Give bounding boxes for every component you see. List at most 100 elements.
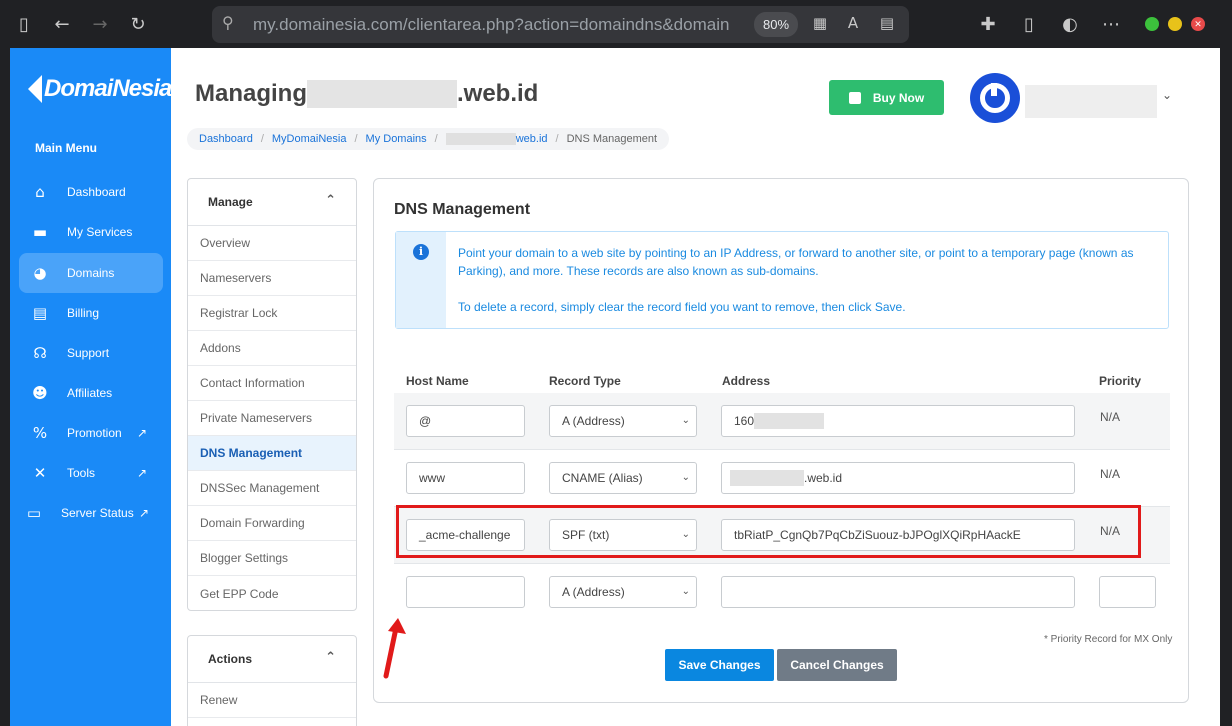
address-input[interactable] (721, 576, 1075, 608)
sidebar-item-tools[interactable]: ✕ Tools ↗ (19, 453, 163, 493)
manage-item-get-epp-code[interactable]: Get EPP Code (188, 576, 356, 610)
breadcrumb-separator: / (555, 133, 559, 145)
maximize-button[interactable] (1168, 17, 1182, 31)
breadcrumb-current: DNS Management (566, 133, 658, 145)
reader-icon[interactable]: ▤ (877, 14, 897, 34)
manage-item-addons[interactable]: Addons (188, 331, 356, 366)
zoom-level[interactable]: 80% (754, 12, 798, 37)
users-icon: ☻ (32, 384, 48, 402)
priority-value: N/A (1100, 467, 1121, 481)
manage-item-overview[interactable]: Overview (188, 226, 356, 261)
cancel-changes-button[interactable]: Cancel Changes (777, 649, 897, 681)
manage-item-private-nameservers[interactable]: Private Nameservers (188, 401, 356, 436)
manage-item-dns-management[interactable]: DNS Management (188, 436, 356, 471)
extensions-icon[interactable]: ✚ (976, 12, 1000, 36)
minimize-button[interactable] (1145, 17, 1159, 31)
brand-logo[interactable]: DomaiNesia (28, 75, 172, 103)
sidebar-item-domains[interactable]: ◕ Domains (19, 253, 163, 293)
info-text-line-2: Parking), and more. These records are al… (458, 264, 819, 278)
title-prefix: Managing (195, 80, 307, 107)
chevron-up-icon[interactable]: ⌃ (325, 193, 336, 208)
profile-icon[interactable]: ◐ (1058, 12, 1082, 36)
priority-value: N/A (1100, 410, 1121, 424)
save-changes-button[interactable]: Save Changes (665, 649, 774, 681)
back-icon[interactable]: ← (50, 12, 74, 36)
external-link-icon: ↗ (137, 466, 148, 480)
table-row: A (Address) ⌄ (394, 564, 1170, 621)
manage-panel: Manage ⌃ Overview Nameservers Registrar … (187, 178, 357, 611)
sidebar-item-label: Domains (67, 266, 115, 280)
shopping-bag-icon (848, 91, 861, 104)
host-name-input[interactable]: @ (406, 405, 525, 437)
address-value: .web.id (804, 471, 843, 485)
sidebar-toggle-icon[interactable]: ▯ (12, 12, 36, 36)
actions-item-renew[interactable]: Renew (188, 683, 356, 718)
breadcrumb-domain[interactable]: web.id (516, 133, 548, 145)
manage-item-nameservers[interactable]: Nameservers (188, 261, 356, 296)
breadcrumb: Dashboard / MyDomaiNesia / My Domains / … (187, 128, 670, 150)
sidebar-item-my-services[interactable]: ▬ My Services (19, 212, 163, 252)
manage-item-contact-information[interactable]: Contact Information (188, 366, 356, 401)
host-name-input[interactable]: www (406, 462, 525, 494)
record-type-select[interactable]: CNAME (Alias) ⌄ (549, 462, 697, 494)
menu-icon[interactable]: ⋯ (1099, 12, 1123, 36)
buy-now-button[interactable]: Buy Now (829, 80, 944, 115)
manage-panel-title: Manage (208, 195, 253, 209)
address-bar[interactable]: ⚲ my.domainesia.com/clientarea.php?actio… (212, 6, 909, 43)
redacted-domain (730, 470, 804, 486)
server-icon: ▬ (32, 223, 48, 241)
forward-icon[interactable]: → (88, 12, 112, 36)
address-value: 160 (734, 414, 755, 428)
brand-name: DomaiNesia (44, 75, 172, 102)
breadcrumb-separator: / (354, 133, 358, 145)
host-name-input[interactable] (406, 576, 525, 608)
globe-icon: ◕ (33, 264, 47, 282)
record-type-select[interactable]: A (Address) ⌄ (549, 405, 697, 437)
sidebar-item-label: Dashboard (67, 185, 126, 199)
sidebar-item-support[interactable]: ☊ Support (19, 333, 163, 373)
sidebar-item-promotion[interactable]: % Promotion ↗ (19, 413, 163, 453)
manage-panel-header[interactable]: Manage ⌃ (188, 179, 356, 226)
sidebar-item-billing[interactable]: ▤ Billing (19, 293, 163, 333)
breadcrumb-mydomainesia[interactable]: MyDomaiNesia (272, 133, 347, 145)
info-text-line-3: To delete a record, simply clear the rec… (458, 300, 906, 314)
priority-input[interactable] (1099, 576, 1156, 608)
manage-item-dnssec-management[interactable]: DNSSec Management (188, 471, 356, 506)
chevron-up-icon[interactable]: ⌃ (325, 650, 336, 665)
redacted-username[interactable] (1025, 85, 1157, 118)
breadcrumb-separator: / (260, 133, 264, 145)
address-input[interactable]: .web.id (721, 462, 1075, 494)
receipt-icon: ▤ (32, 304, 48, 322)
avatar[interactable] (970, 73, 1020, 123)
column-record-type: Record Type (549, 374, 621, 388)
manage-item-domain-forwarding[interactable]: Domain Forwarding (188, 506, 356, 541)
url-text[interactable]: my.domainesia.com/clientarea.php?action=… (253, 15, 743, 35)
breadcrumb-separator: / (434, 133, 438, 145)
page: DomaiNesia Main Menu ⌂ Dashboard ▬ My Se… (10, 48, 1220, 726)
page-icon[interactable]: ▯ (1017, 12, 1041, 36)
site-info-icon[interactable]: ⚲ (222, 13, 234, 32)
breadcrumb-my-domains[interactable]: My Domains (366, 133, 427, 145)
close-button[interactable]: ✕ (1191, 17, 1205, 31)
actions-panel-title: Actions (208, 652, 253, 666)
address-input[interactable]: 160 (721, 405, 1075, 437)
reload-icon[interactable]: ↻ (126, 12, 150, 36)
headset-icon: ☊ (33, 344, 47, 362)
record-type-value: A (Address) (562, 414, 625, 428)
table-row: @ A (Address) ⌄ 160 N/A (394, 393, 1170, 450)
breadcrumb-dashboard[interactable]: Dashboard (199, 133, 253, 145)
sidebar-item-affiliates[interactable]: ☻ Affiliates (19, 373, 163, 413)
info-icon: i (413, 244, 429, 260)
power-icon (980, 83, 1010, 113)
record-type-select[interactable]: A (Address) ⌄ (549, 576, 697, 608)
sidebar-item-dashboard[interactable]: ⌂ Dashboard (19, 172, 163, 212)
actions-panel-header[interactable]: Actions ⌃ (188, 636, 356, 683)
apps-icon[interactable]: ▦ (810, 14, 830, 34)
chevron-down-icon[interactable]: ⌄ (1162, 88, 1172, 102)
translate-icon[interactable]: A (843, 14, 863, 34)
tools-icon: ✕ (33, 464, 47, 482)
sidebar-item-server-status[interactable]: ▭ Server Status ↗ (19, 493, 163, 533)
manage-item-registrar-lock[interactable]: Registrar Lock (188, 296, 356, 331)
buy-now-label: Buy Now (872, 90, 925, 105)
manage-item-blogger-settings[interactable]: Blogger Settings (188, 541, 356, 576)
